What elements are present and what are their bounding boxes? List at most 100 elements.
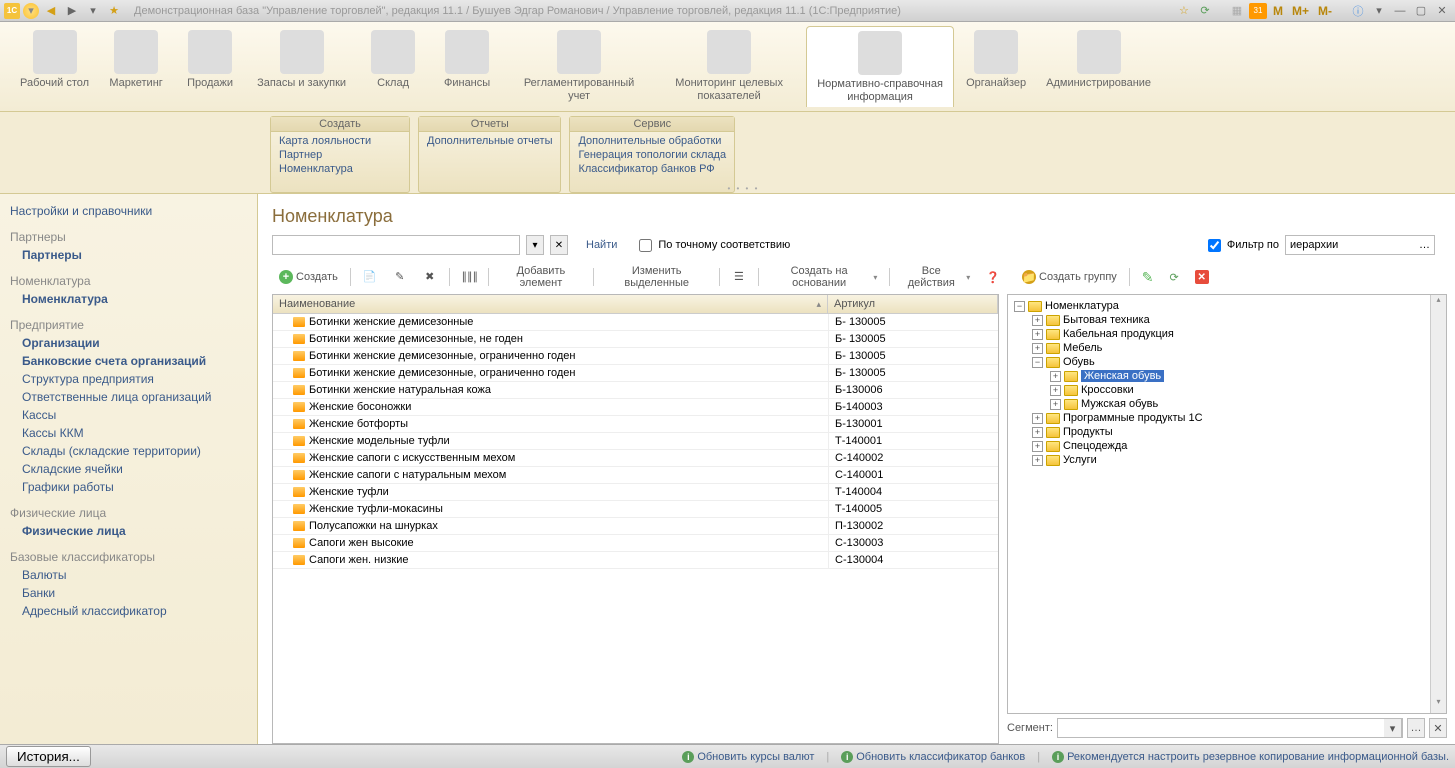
tree-expander-icon[interactable]: + bbox=[1032, 413, 1043, 424]
help-button[interactable]: ❓ bbox=[979, 266, 1007, 288]
tree-node-10[interactable]: +Спецодежда bbox=[1010, 439, 1444, 453]
tree-expander-icon[interactable]: + bbox=[1050, 399, 1061, 410]
tree-node-11[interactable]: +Услуги bbox=[1010, 453, 1444, 467]
tree-expander-icon[interactable]: + bbox=[1032, 455, 1043, 466]
tree-node-2[interactable]: +Кабельная продукция bbox=[1010, 327, 1444, 341]
section-7[interactable]: Мониторинг целевых показателей bbox=[656, 26, 802, 106]
nav-item-2-7[interactable]: Складские ячейки bbox=[22, 460, 247, 478]
maximize-icon[interactable]: ▢ bbox=[1412, 3, 1430, 19]
panel-grip-icon[interactable]: • • • • bbox=[728, 184, 760, 193]
nav-item-2-2[interactable]: Структура предприятия bbox=[22, 370, 247, 388]
nav-item-2-5[interactable]: Кассы ККМ bbox=[22, 424, 247, 442]
tree-expander-icon[interactable]: + bbox=[1032, 329, 1043, 340]
table-row[interactable]: Женские модельные туфлиТ-140001 bbox=[273, 433, 998, 450]
nav-item-4-1[interactable]: Банки bbox=[22, 584, 247, 602]
memory-mminus-icon[interactable]: M- bbox=[1315, 4, 1335, 18]
nav-item-0-0[interactable]: Партнеры bbox=[22, 246, 247, 264]
section-2[interactable]: Продажи bbox=[175, 26, 245, 94]
table-row[interactable]: Полусапожки на шнуркахП-130002 bbox=[273, 518, 998, 535]
tree-expander-icon[interactable]: + bbox=[1032, 343, 1043, 354]
barcode-button[interactable]: ∥∥∥ bbox=[455, 266, 483, 288]
edit-button[interactable]: ✎ bbox=[386, 266, 414, 288]
nav-item-4-0[interactable]: Валюты bbox=[22, 566, 247, 584]
segment-dropdown-icon[interactable]: ▾ bbox=[1384, 718, 1402, 738]
tree-expander-icon[interactable]: + bbox=[1032, 441, 1043, 452]
section-4[interactable]: Склад bbox=[358, 26, 428, 94]
nav-item-3-0[interactable]: Физические лица bbox=[22, 522, 247, 540]
section-1[interactable]: Маркетинг bbox=[101, 26, 171, 94]
find-button[interactable]: Найти bbox=[586, 239, 617, 251]
tree-delete-button[interactable]: ✕ bbox=[1188, 266, 1216, 288]
nav-item-4-2[interactable]: Адресный классификатор bbox=[22, 602, 247, 620]
search-input[interactable] bbox=[272, 235, 520, 255]
tree-expander-icon[interactable]: + bbox=[1050, 385, 1061, 396]
tree-node-3[interactable]: +Мебель bbox=[1010, 341, 1444, 355]
table-row[interactable]: Ботинки женские демисезонные, не годенБ-… bbox=[273, 331, 998, 348]
star-icon[interactable]: ★ bbox=[105, 3, 123, 19]
table-row[interactable]: Женские туфлиТ-140004 bbox=[273, 484, 998, 501]
panel-service-item-0[interactable]: Дополнительные обработки bbox=[578, 134, 726, 148]
refresh-icon[interactable]: ⟳ bbox=[1196, 3, 1214, 19]
tree-node-1[interactable]: +Бытовая техника bbox=[1010, 313, 1444, 327]
tree-node-4[interactable]: −Обувь bbox=[1010, 355, 1444, 369]
panel-create-item-0[interactable]: Карта лояльности bbox=[279, 134, 401, 148]
status-link-0[interactable]: iОбновить курсы валют bbox=[682, 751, 814, 763]
table-row[interactable]: Женские туфли-мокасиныТ-140005 bbox=[273, 501, 998, 518]
nav-item-1-0[interactable]: Номенклатура bbox=[22, 290, 247, 308]
col-name[interactable]: Наименование▴ bbox=[273, 295, 828, 313]
tree-node-7[interactable]: +Мужская обувь bbox=[1010, 397, 1444, 411]
table-row[interactable]: Ботинки женские натуральная кожаБ-130006 bbox=[273, 382, 998, 399]
table-row[interactable]: Сапоги жен высокиеС-130003 bbox=[273, 535, 998, 552]
tree-node-6[interactable]: +Кроссовки bbox=[1010, 383, 1444, 397]
section-3[interactable]: Запасы и закупки bbox=[249, 26, 354, 94]
search-dropdown-icon[interactable]: ▾ bbox=[526, 235, 544, 255]
panel-service-item-1[interactable]: Генерация топологии склада bbox=[578, 148, 726, 162]
nav-item-2-0[interactable]: Организации bbox=[22, 334, 247, 352]
table-row[interactable]: Ботинки женские демисезонныеБ- 130005 bbox=[273, 314, 998, 331]
table-row[interactable]: Ботинки женские демисезонные, ограниченн… bbox=[273, 365, 998, 382]
tree-node-8[interactable]: +Программные продукты 1С bbox=[1010, 411, 1444, 425]
section-5[interactable]: Финансы bbox=[432, 26, 502, 94]
nav-settings[interactable]: Настройки и справочники bbox=[10, 202, 247, 220]
info-dropdown-icon[interactable]: ▾ bbox=[1370, 3, 1388, 19]
tree-node-5[interactable]: +Женская обувь bbox=[1010, 369, 1444, 383]
nav-dropdown-icon[interactable]: ▾ bbox=[84, 3, 102, 19]
table-row[interactable]: Женские сапоги с искусственным мехомС-14… bbox=[273, 450, 998, 467]
tree-expander-icon[interactable]: − bbox=[1032, 357, 1043, 368]
segment-ellipsis-icon[interactable]: … bbox=[1407, 718, 1425, 738]
tree-expander-icon[interactable]: + bbox=[1032, 315, 1043, 326]
filter-checkbox[interactable] bbox=[1208, 239, 1221, 252]
segment-clear-icon[interactable]: ✕ bbox=[1429, 718, 1447, 738]
fav-icon[interactable]: ☆ bbox=[1175, 3, 1193, 19]
section-0[interactable]: Рабочий стол bbox=[12, 26, 97, 94]
tree-node-0[interactable]: −Номенклатура bbox=[1010, 299, 1444, 313]
filter-select[interactable]: иерархии … bbox=[1285, 235, 1435, 255]
nav-item-2-1[interactable]: Банковские счета организаций bbox=[22, 352, 247, 370]
tree-node-9[interactable]: +Продукты bbox=[1010, 425, 1444, 439]
filter-ellipsis-icon[interactable]: … bbox=[1419, 239, 1430, 251]
nav-item-2-6[interactable]: Склады (складские территории) bbox=[22, 442, 247, 460]
edit-selected-button[interactable]: Изменить выделенные bbox=[599, 266, 714, 288]
col-article[interactable]: Артикул bbox=[828, 295, 998, 313]
panel-service-item-2[interactable]: Классификатор банков РФ bbox=[578, 162, 726, 176]
back-icon[interactable]: ◀ bbox=[42, 3, 60, 19]
table-row[interactable]: Женские сапоги с натуральным мехомС-1400… bbox=[273, 467, 998, 484]
tree-refresh-button[interactable]: ⟳ bbox=[1163, 266, 1186, 288]
dropdown-icon[interactable]: ▾ bbox=[23, 3, 39, 19]
tree-expander-icon[interactable]: − bbox=[1014, 301, 1025, 312]
table-row[interactable]: Женские босоножкиБ-140003 bbox=[273, 399, 998, 416]
calendar-icon[interactable]: 31 bbox=[1249, 3, 1267, 19]
copy-button[interactable]: 📄 bbox=[356, 266, 384, 288]
create-based-button[interactable]: Создать на основании▾ bbox=[764, 266, 885, 288]
memory-mplus-icon[interactable]: M+ bbox=[1289, 4, 1312, 18]
section-9[interactable]: Органайзер bbox=[958, 26, 1034, 94]
add-element-button[interactable]: Добавить элемент bbox=[493, 266, 588, 288]
tree-edit-button[interactable]: ✎ bbox=[1135, 266, 1161, 288]
status-link-1[interactable]: iОбновить классификатор банков bbox=[841, 751, 1025, 763]
close-icon[interactable]: ✕ bbox=[1433, 3, 1451, 19]
table-row[interactable]: Ботинки женские демисезонные, ограниченн… bbox=[273, 348, 998, 365]
info-icon[interactable]: ⓘ bbox=[1349, 3, 1367, 19]
tree-expander-icon[interactable]: + bbox=[1032, 427, 1043, 438]
panel-reports-item-0[interactable]: Дополнительные отчеты bbox=[427, 134, 552, 148]
table-row[interactable]: Женские ботфортыБ-130001 bbox=[273, 416, 998, 433]
